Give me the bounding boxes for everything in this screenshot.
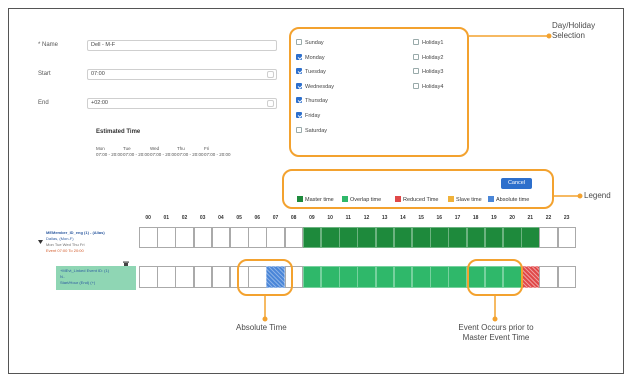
day-holiday-annotation-line1: Day/Holiday	[552, 21, 596, 30]
legend-annotation: Legend	[584, 191, 611, 200]
day-holiday-annotation-line2: Selection	[552, 31, 585, 40]
absolute-time-annotation: Absolute Time	[236, 323, 287, 332]
event-prior-annotation-line1: Event Occurs prior to	[458, 323, 534, 332]
event-prior-annotation: Event Occurs prior to Master Event Time	[456, 323, 536, 343]
callout-connectors	[262, 33, 583, 322]
event-prior-annotation-line2: Master Event Time	[462, 333, 530, 342]
day-holiday-annotation: Day/Holiday Selection	[552, 21, 595, 41]
